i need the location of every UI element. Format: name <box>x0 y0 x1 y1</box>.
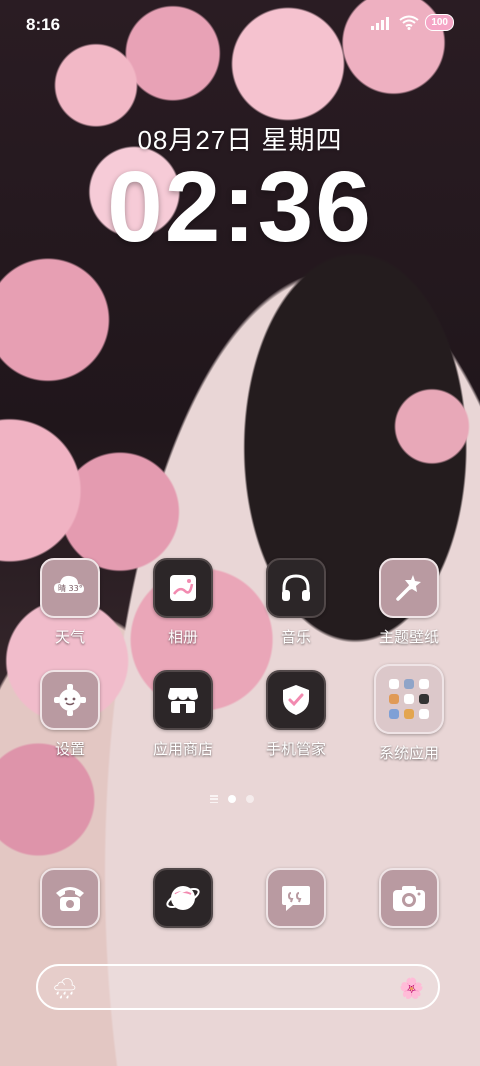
browser-icon <box>153 868 213 928</box>
app-settings[interactable]: 设置 <box>20 670 120 759</box>
shield-icon <box>266 670 326 730</box>
headphones-icon <box>266 558 326 618</box>
clock-time: 02:36 <box>107 151 373 263</box>
dock-browser[interactable] <box>133 868 233 928</box>
app-label: 应用商店 <box>152 741 213 758</box>
app-label: 设置 <box>54 741 85 758</box>
app-folder-system[interactable]: 系统应用 <box>359 664 459 763</box>
magic-wand-icon <box>379 558 439 618</box>
gear-icon <box>40 670 100 730</box>
signal-icon <box>371 16 390 30</box>
dock-messages[interactable] <box>246 868 346 928</box>
app-label: 主题壁纸 <box>378 629 439 646</box>
gallery-icon <box>153 558 213 618</box>
phone-icon <box>40 868 100 928</box>
app-label: 相册 <box>167 629 198 646</box>
app-themes[interactable]: 主题壁纸 <box>359 558 459 647</box>
page-dot-active <box>228 795 236 803</box>
camera-icon <box>379 868 439 928</box>
flower-icon: 🌸 <box>399 978 424 1000</box>
dock-phone[interactable] <box>20 868 120 928</box>
weather-icon: 晴 33° <box>40 558 100 618</box>
status-time: 8:16 <box>26 15 61 34</box>
dock-camera[interactable] <box>359 868 459 928</box>
app-security[interactable]: 手机管家 <box>246 670 346 759</box>
status-bar: 8:16 100 <box>0 0 480 50</box>
svg-text:晴 33°: 晴 33° <box>58 583 83 593</box>
search-bar[interactable]: 🌧 🌸 <box>36 964 440 1010</box>
app-music[interactable]: 音乐 <box>246 558 346 647</box>
app-label: 天气 <box>54 629 85 646</box>
app-gallery[interactable]: 相册 <box>133 558 233 647</box>
list-icon <box>210 795 218 803</box>
app-label: 手机管家 <box>265 741 326 758</box>
app-weather[interactable]: 晴 33° 天气 <box>20 558 120 647</box>
page-dot <box>246 795 254 803</box>
wifi-icon <box>399 15 419 30</box>
app-store[interactable]: 应用商店 <box>133 670 233 759</box>
status-icons: 100 <box>371 14 454 31</box>
messages-icon <box>266 868 326 928</box>
store-icon <box>153 670 213 730</box>
page-indicator[interactable] <box>210 795 254 803</box>
battery-indicator: 100 <box>425 14 454 31</box>
folder-icon <box>374 664 444 734</box>
weather-cloud-icon: 🌧 <box>52 978 78 1000</box>
app-label: 音乐 <box>280 629 311 646</box>
app-label: 系统应用 <box>378 745 439 762</box>
